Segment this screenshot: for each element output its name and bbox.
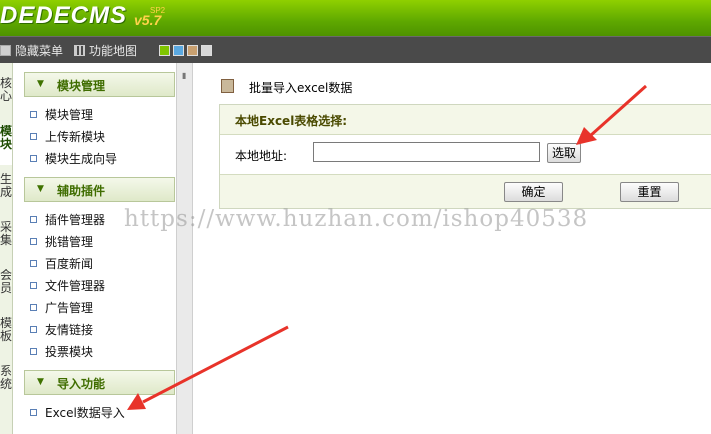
red-arrow-icon-excel-import [127,325,289,410]
red-arrow-icon-browse [576,84,647,145]
annotation-arrows [127,84,647,410]
